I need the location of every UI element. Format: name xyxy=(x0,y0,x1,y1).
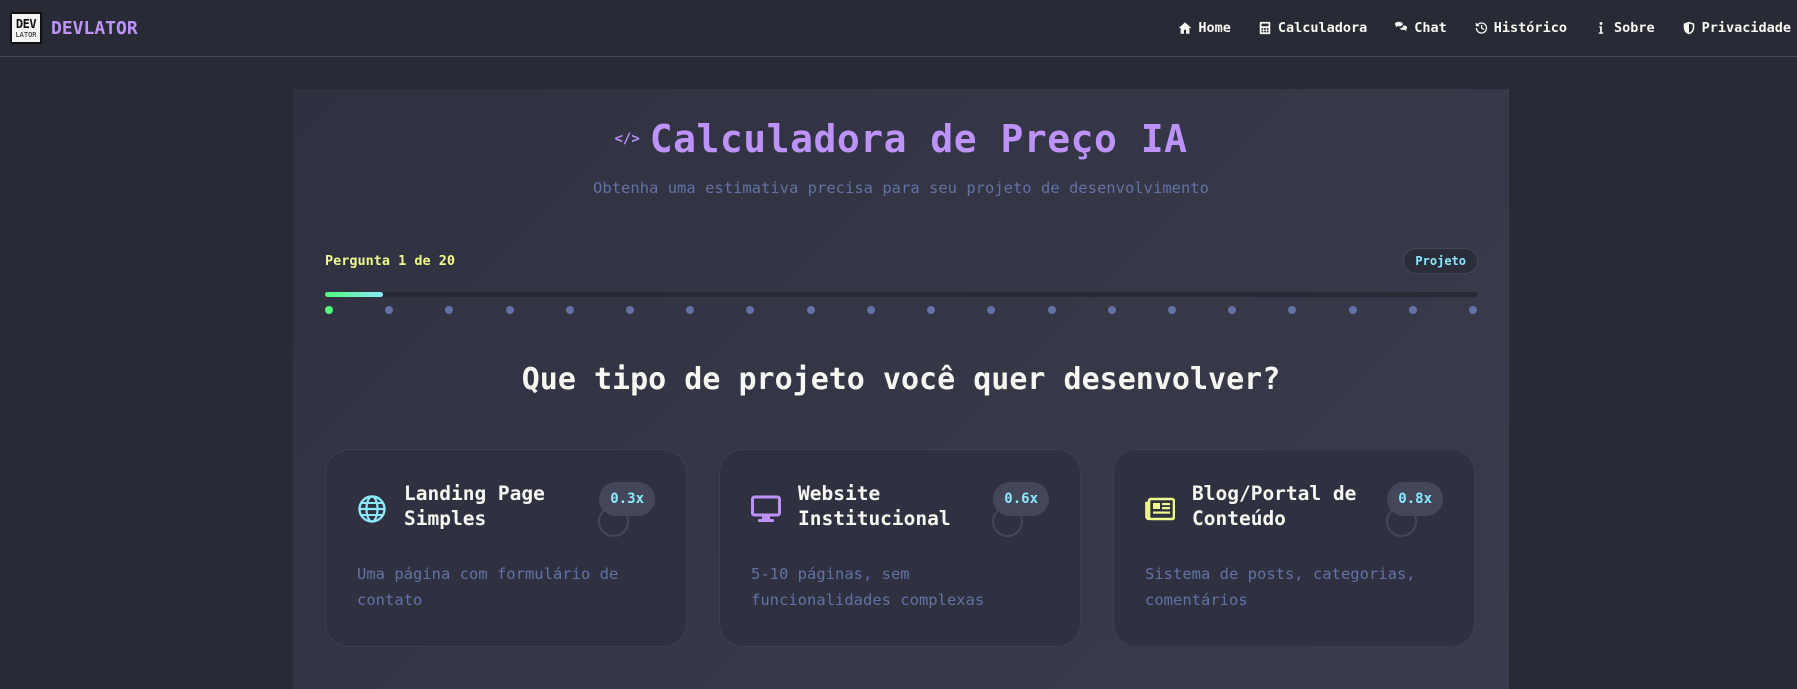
nav-item-label: Home xyxy=(1198,20,1231,36)
shield-icon xyxy=(1683,21,1694,35)
history-icon xyxy=(1475,22,1487,34)
question-counter: Pergunta 1 de 20 xyxy=(325,253,456,269)
option-title: Website Institucional xyxy=(798,482,951,530)
option-card-website-institucional[interactable]: Website Institucional 0.6x 5-10 páginas,… xyxy=(719,449,1081,647)
step-dot xyxy=(1348,306,1357,314)
step-dot xyxy=(866,306,875,314)
devlator-logo: DEV LATOR xyxy=(10,12,42,44)
step-dot xyxy=(686,306,695,314)
page-header: </> Calculadora de Preço IA xyxy=(293,117,1509,161)
question-text: Que tipo de projeto você quer desenvolve… xyxy=(521,362,1281,397)
option-card-blog-portal[interactable]: Blog/Portal de Conteúdo 0.8x Sistema de … xyxy=(1113,449,1475,647)
option-description: Uma página com formulário de contato xyxy=(357,565,619,609)
step-dot xyxy=(565,306,574,314)
brand-name[interactable]: DEVLATOR xyxy=(51,18,138,39)
logo-top-text: DEV xyxy=(15,16,37,31)
nav-item-label: Histórico xyxy=(1493,20,1567,36)
step-dot xyxy=(1469,306,1477,314)
step-dot xyxy=(1047,306,1056,314)
option-title: Blog/Portal de Conteúdo xyxy=(1192,482,1357,530)
step-dot xyxy=(385,306,394,314)
nav-item-label: Chat xyxy=(1414,20,1447,36)
nav-item-home[interactable]: Home xyxy=(1178,20,1231,36)
step-dot xyxy=(806,306,815,314)
nav-item-label: Sobre xyxy=(1613,20,1655,36)
option-title: Landing Page Simples xyxy=(404,482,545,530)
option-radio[interactable] xyxy=(598,506,629,537)
step-dot xyxy=(927,306,936,314)
option-card-landing-page[interactable]: Landing Page Simples 0.3x Uma página com… xyxy=(325,449,687,647)
home-icon xyxy=(1179,22,1192,34)
step-dot xyxy=(1228,306,1237,314)
page-title: Calculadora de Preço IA xyxy=(649,117,1188,161)
option-description: 5-10 páginas, sem funcionalidades comple… xyxy=(751,565,985,609)
step-dot xyxy=(746,306,755,314)
step-dot xyxy=(1107,306,1116,314)
nav-item-label: Privacidade xyxy=(1701,20,1791,36)
option-radio[interactable] xyxy=(992,506,1023,537)
navbar: DEV LATOR DEVLATOR Home Calculadora Chat… xyxy=(0,0,1797,57)
logo-bottom-text: LATOR xyxy=(15,30,37,39)
step-dot xyxy=(626,306,635,314)
option-radio[interactable] xyxy=(1386,506,1417,537)
step-dot xyxy=(1288,306,1297,314)
info-icon xyxy=(1598,22,1604,34)
nav-item-chat[interactable]: Chat xyxy=(1394,20,1447,36)
category-badge: Projeto xyxy=(1403,248,1478,274)
nav-item-privacidade[interactable]: Privacidade xyxy=(1682,20,1791,36)
nav-item-calculadora[interactable]: Calculadora xyxy=(1258,20,1367,36)
nav-item-sobre[interactable]: Sobre xyxy=(1594,20,1655,36)
page-subtitle: Obtenha uma estimativa precisa para seu … xyxy=(593,179,1209,197)
step-dot xyxy=(505,306,514,314)
newspaper-icon xyxy=(1145,497,1175,521)
step-dot xyxy=(325,306,333,314)
monitor-icon xyxy=(751,495,781,522)
nav-menu: Home Calculadora Chat Histórico Sobre Pr… xyxy=(1178,20,1791,36)
step-dot xyxy=(1167,306,1176,314)
globe-icon xyxy=(358,495,386,523)
nav-item-label: Calculadora xyxy=(1277,20,1368,36)
progress-bar xyxy=(325,292,1477,297)
progress-fill xyxy=(325,292,383,297)
options-list: Landing Page Simples 0.3x Uma página com… xyxy=(325,449,1477,647)
step-dot xyxy=(445,306,454,314)
calculator-panel: </> Calculadora de Preço IA Obtenha uma … xyxy=(293,89,1509,689)
step-dot xyxy=(1408,306,1417,314)
step-indicators xyxy=(325,306,1477,316)
code-icon: </> xyxy=(614,131,640,147)
calculator-icon xyxy=(1259,21,1271,35)
brand[interactable]: DEV LATOR DEVLATOR xyxy=(10,12,138,44)
nav-item-historico[interactable]: Histórico xyxy=(1474,20,1567,36)
option-description: Sistema de posts, categorias, comentário… xyxy=(1145,565,1416,609)
chat-icon xyxy=(1395,21,1408,32)
step-dot xyxy=(987,306,996,314)
